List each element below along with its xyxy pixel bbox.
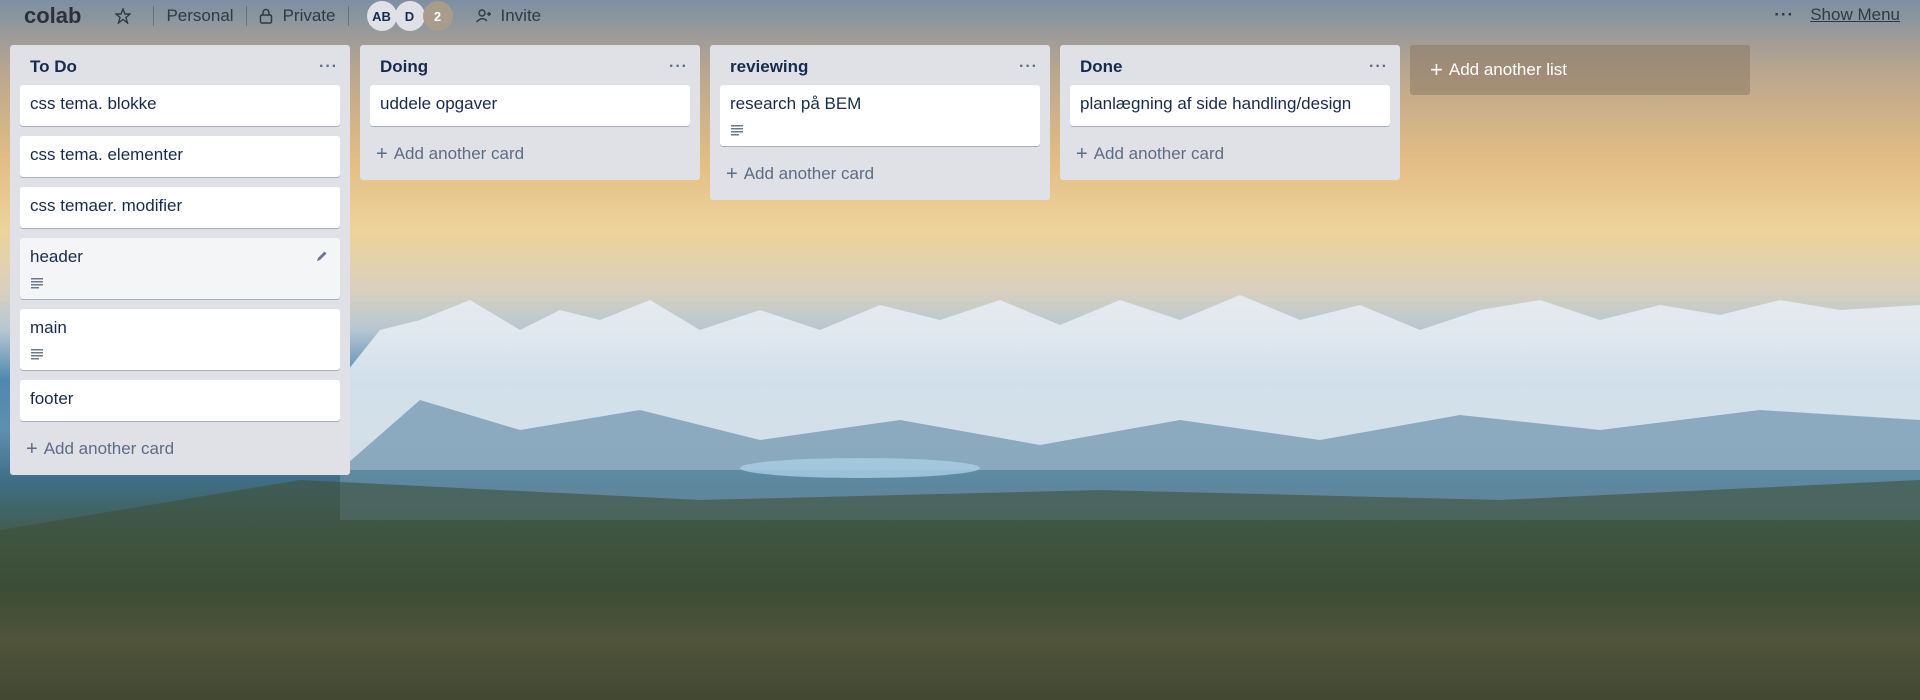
card[interactable]: header [20,238,340,299]
list-menu-icon[interactable]: ··· [669,58,688,76]
visibility-button[interactable]: Private [247,6,348,26]
add-card-label: Add another card [1093,144,1225,163]
list-header: Done ··· [1060,45,1400,85]
list-header: Doing ··· [360,45,700,85]
card[interactable]: uddele opgaver [370,85,690,126]
member-count-badge[interactable]: 2 [422,1,453,31]
member-avatars: AB D 2 [349,1,463,31]
pencil-icon[interactable] [316,250,328,262]
invite-button[interactable]: Invite [463,6,554,26]
list-to-do: To Do ··· css tema. blokke css tema. ele… [10,45,350,475]
show-menu-button[interactable]: ··· Show Menu [1774,0,1900,30]
card-title: css temaer. modifier [30,196,183,215]
personal-button[interactable]: Personal [154,6,245,26]
visibility-label: Private [282,6,336,25]
add-card-button[interactable]: + Add another card [710,156,1050,194]
list-doing: Doing ··· uddele opgaver + Add another c… [360,45,700,180]
list-title[interactable]: reviewing [730,57,808,77]
card-title: research på BEM [730,94,862,113]
lock-icon [259,8,272,24]
list-done: Done ··· planlægning af side handling/de… [1060,45,1400,180]
list-menu-icon[interactable]: ··· [319,58,338,76]
list-reviewing: reviewing ··· research på BEM + Add anot… [710,45,1050,200]
add-card-button[interactable]: + Add another card [1060,136,1400,174]
card[interactable]: css tema. elementer [20,136,340,177]
card[interactable]: css temaer. modifier [20,187,340,228]
add-list-button[interactable]: + Add another list [1410,45,1750,95]
card-list: css tema. blokke css tema. elementer css… [10,85,350,421]
invite-label: Invite [500,6,542,25]
card-list: uddele opgaver [360,85,700,126]
add-card-button[interactable]: + Add another card [360,136,700,174]
list-header: To Do ··· [10,45,350,85]
plus-icon: + [726,163,738,185]
card-title: footer [30,389,74,408]
description-icon [731,125,743,136]
card-title: planlægning af side handling/design [1080,94,1352,113]
add-card-label: Add another card [743,164,875,183]
card-title: css tema. elementer [30,145,184,164]
list-menu-icon[interactable]: ··· [1369,58,1388,76]
card-title: uddele opgaver [380,94,498,113]
list-menu-icon[interactable]: ··· [1019,58,1038,76]
show-menu-label: Show Menu [1810,5,1900,24]
board-lists: To Do ··· css tema. blokke css tema. ele… [10,45,1750,475]
card-list: planlægning af side handling/design [1060,85,1400,126]
card[interactable]: footer [20,380,340,421]
list-title[interactable]: Done [1080,57,1123,77]
board-title[interactable]: colab [24,3,81,29]
add-card-button[interactable]: + Add another card [10,431,350,469]
card[interactable]: research på BEM [720,85,1040,146]
card-title: css tema. blokke [30,94,157,113]
add-card-label: Add another card [393,144,525,163]
card-title: main [30,318,67,337]
board-header: colab Personal Private AB D 2 Invite ···… [0,0,1920,32]
list-title[interactable]: To Do [30,57,77,77]
card[interactable]: planlægning af side handling/design [1070,85,1390,126]
list-header: reviewing ··· [710,45,1050,85]
star-button[interactable] [103,8,153,24]
add-person-icon [475,9,491,23]
plus-icon: + [1076,143,1088,165]
avatar[interactable]: AB [366,1,397,31]
add-card-label: Add another card [43,439,175,458]
description-icon [31,349,43,360]
plus-icon: + [26,438,38,460]
more-icon: ··· [1774,5,1795,24]
list-title[interactable]: Doing [380,57,428,77]
star-icon [115,8,132,24]
plus-icon: + [1430,57,1443,82]
card[interactable]: main [20,309,340,370]
card-list: research på BEM [710,85,1050,146]
card[interactable]: css tema. blokke [20,85,340,126]
plus-icon: + [376,143,388,165]
card-title: header [30,247,83,266]
add-list-label: Add another list [1448,60,1567,79]
avatar[interactable]: D [394,1,425,31]
description-icon [31,278,43,289]
